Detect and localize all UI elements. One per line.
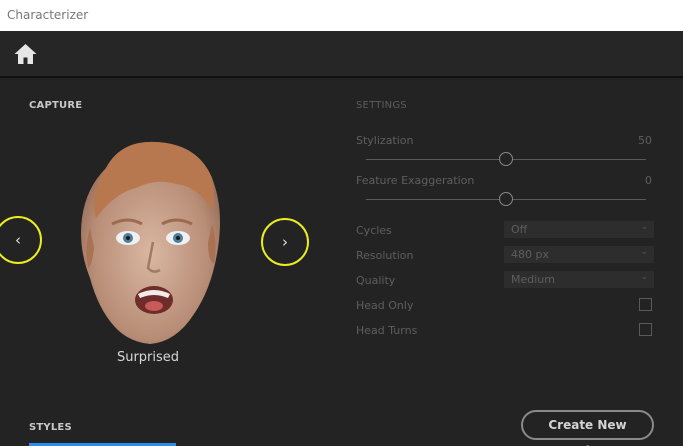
window-title: Characterizer — [7, 8, 89, 22]
quality-dropdown[interactable]: Medium ⌄ — [504, 271, 654, 288]
chevron-left-icon: ‹ — [15, 231, 21, 249]
next-expression-button[interactable]: › — [261, 218, 309, 266]
chevron-down-icon: ⌄ — [640, 222, 648, 232]
quality-selected-value: Medium — [511, 273, 555, 286]
chevron-down-icon: ⌄ — [640, 272, 648, 282]
stylization-label: Stylization — [356, 134, 414, 147]
home-icon[interactable] — [13, 42, 38, 66]
feature-exaggeration-value: 0 — [645, 174, 652, 187]
head-only-label: Head Only — [356, 299, 414, 312]
capture-heading: CAPTURE — [29, 100, 83, 111]
resolution-label: Resolution — [356, 249, 414, 262]
cycles-label: Cycles — [356, 224, 392, 237]
resolution-selected-value: 480 px — [511, 248, 549, 261]
stylization-value: 50 — [638, 134, 652, 147]
expression-label: Surprised — [116, 350, 180, 365]
cycles-selected-value: Off — [511, 223, 528, 236]
head-only-checkbox[interactable] — [639, 298, 652, 311]
stylization-slider-thumb[interactable] — [499, 152, 513, 166]
cycles-dropdown[interactable]: Off ⌄ — [504, 221, 654, 238]
chevron-right-icon: › — [282, 233, 288, 251]
create-new-style-button[interactable]: Create New Style... — [521, 410, 654, 446]
settings-heading: SETTINGS — [356, 100, 407, 111]
styles-heading: STYLES — [29, 422, 72, 433]
head-turns-label: Head Turns — [356, 324, 418, 337]
chevron-down-icon: ⌄ — [640, 247, 648, 257]
toolbar — [0, 31, 683, 78]
resolution-dropdown[interactable]: 480 px ⌄ — [504, 246, 654, 263]
quality-label: Quality — [356, 274, 396, 287]
toolbar-divider — [0, 76, 683, 78]
feature-exaggeration-label: Feature Exaggeration — [356, 174, 475, 187]
feature-exaggeration-slider-thumb[interactable] — [499, 192, 513, 206]
character-face-image — [81, 141, 220, 344]
title-bar: Characterizer — [0, 0, 683, 31]
previous-expression-button[interactable]: ‹ — [0, 216, 42, 264]
head-turns-checkbox[interactable] — [639, 323, 652, 336]
